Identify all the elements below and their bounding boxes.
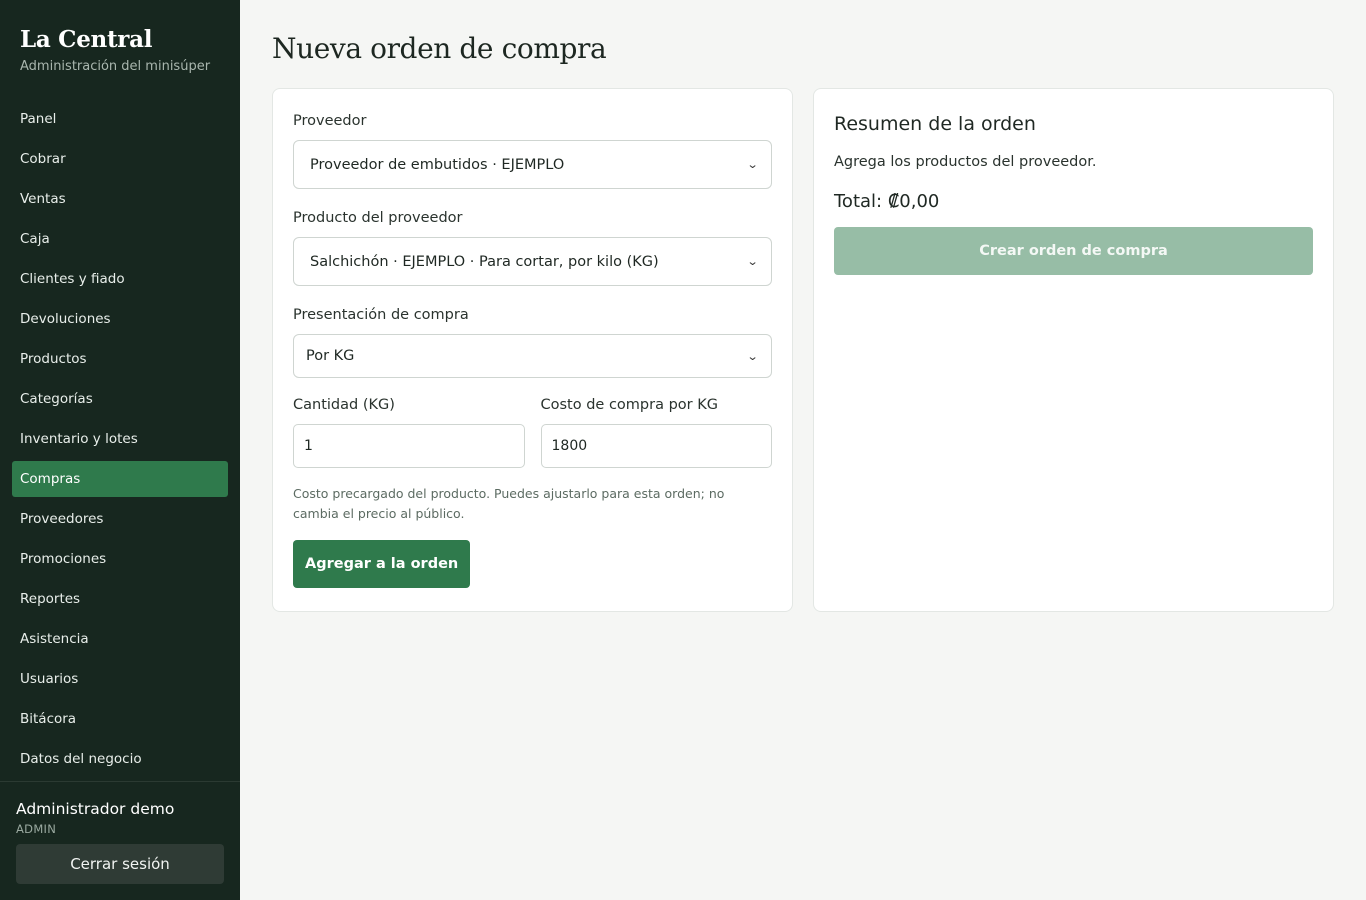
main-content: Nueva orden de compra Proveedor Proveedo… bbox=[240, 0, 1366, 900]
sidebar-item-clientes[interactable]: Clientes y fiado bbox=[12, 261, 228, 297]
sidebar-item-proveedores[interactable]: Proveedores bbox=[12, 501, 228, 537]
supplier-label: Proveedor bbox=[293, 113, 367, 129]
order-form-card: Proveedor Proveedor de embutidos · EJEMP… bbox=[272, 88, 793, 612]
product-select[interactable]: Salchichón · EJEMPLO · Para cortar, por … bbox=[293, 237, 772, 286]
logout-button[interactable]: Cerrar sesión bbox=[16, 844, 224, 884]
sidebar-item-datos-negocio[interactable]: Datos del negocio bbox=[12, 741, 228, 777]
sidebar-nav: Panel Cobrar Ventas Caja Clientes y fiad… bbox=[0, 101, 240, 781]
sidebar-item-caja[interactable]: Caja bbox=[12, 221, 228, 257]
brand-subtitle: Administración del minisúper bbox=[20, 59, 211, 74]
supplier-group: Proveedor Proveedor de embutidos · EJEMP… bbox=[293, 109, 772, 189]
brand-title: La Central bbox=[20, 26, 153, 53]
user-box: Administrador demo ADMIN Cerrar sesión bbox=[0, 781, 240, 900]
sidebar-item-panel[interactable]: Panel bbox=[12, 101, 228, 137]
sidebar-item-asistencia[interactable]: Asistencia bbox=[12, 621, 228, 657]
cost-input[interactable] bbox=[540, 424, 772, 468]
sidebar-item-cobrar[interactable]: Cobrar bbox=[12, 141, 228, 177]
presentation-select[interactable]: Por KG ⌄ bbox=[293, 334, 772, 378]
sidebar-item-bitacora[interactable]: Bitácora bbox=[12, 701, 228, 737]
product-select-value: Salchichón · EJEMPLO · Para cortar, por … bbox=[310, 253, 659, 270]
quantity-group: Cantidad (KG) bbox=[293, 393, 525, 468]
sidebar-item-devoluciones[interactable]: Devoluciones bbox=[12, 301, 228, 337]
user-role: ADMIN bbox=[16, 822, 57, 836]
product-group: Producto del proveedor Salchichón · EJEM… bbox=[293, 206, 772, 286]
quantity-cost-row: Cantidad (KG) Costo de compra por KG bbox=[293, 393, 772, 468]
sidebar-item-productos[interactable]: Productos bbox=[12, 341, 228, 377]
cards-row: Proveedor Proveedor de embutidos · EJEMP… bbox=[272, 88, 1334, 612]
product-label: Producto del proveedor bbox=[293, 210, 463, 226]
presentation-label: Presentación de compra bbox=[293, 307, 469, 323]
cost-hint: Costo precargado del producto. Puedes aj… bbox=[293, 486, 725, 521]
order-summary-card: Resumen de la orden Agrega los productos… bbox=[813, 88, 1334, 612]
chevron-down-icon: ⌄ bbox=[746, 255, 759, 268]
sidebar-item-compras[interactable]: Compras bbox=[12, 461, 228, 497]
page-title: Nueva orden de compra bbox=[272, 32, 607, 65]
summary-title: Resumen de la orden bbox=[834, 113, 1036, 135]
sidebar: La Central Administración del minisúper … bbox=[0, 0, 240, 900]
add-to-order-button[interactable]: Agregar a la orden bbox=[293, 540, 471, 588]
brand: La Central Administración del minisúper bbox=[0, 0, 240, 101]
cost-label: Costo de compra por KG bbox=[540, 397, 718, 413]
presentation-select-value: Por KG bbox=[306, 348, 355, 364]
sidebar-item-ventas[interactable]: Ventas bbox=[12, 181, 228, 217]
chevron-down-icon: ⌄ bbox=[746, 158, 759, 171]
supplier-select-value: Proveedor de embutidos · EJEMPLO bbox=[310, 156, 565, 173]
presentation-group: Presentación de compra Por KG ⌄ bbox=[293, 303, 772, 378]
sidebar-item-inventario[interactable]: Inventario y lotes bbox=[12, 421, 228, 457]
sidebar-item-reportes[interactable]: Reportes bbox=[12, 581, 228, 617]
user-name: Administrador demo bbox=[16, 800, 175, 818]
summary-total: Total: ₡0,00 bbox=[834, 191, 940, 212]
create-order-button[interactable]: Crear orden de compra bbox=[834, 227, 1313, 275]
quantity-input[interactable] bbox=[293, 424, 525, 468]
sidebar-item-promociones[interactable]: Promociones bbox=[12, 541, 228, 577]
supplier-select[interactable]: Proveedor de embutidos · EJEMPLO ⌄ bbox=[293, 140, 772, 189]
sidebar-item-categorias[interactable]: Categorías bbox=[12, 381, 228, 417]
chevron-down-icon: ⌄ bbox=[746, 349, 759, 363]
sidebar-item-usuarios[interactable]: Usuarios bbox=[12, 661, 228, 697]
summary-empty-text: Agrega los productos del proveedor. bbox=[834, 154, 1097, 170]
quantity-label: Cantidad (KG) bbox=[293, 397, 395, 413]
cost-group: Costo de compra por KG bbox=[540, 393, 772, 468]
